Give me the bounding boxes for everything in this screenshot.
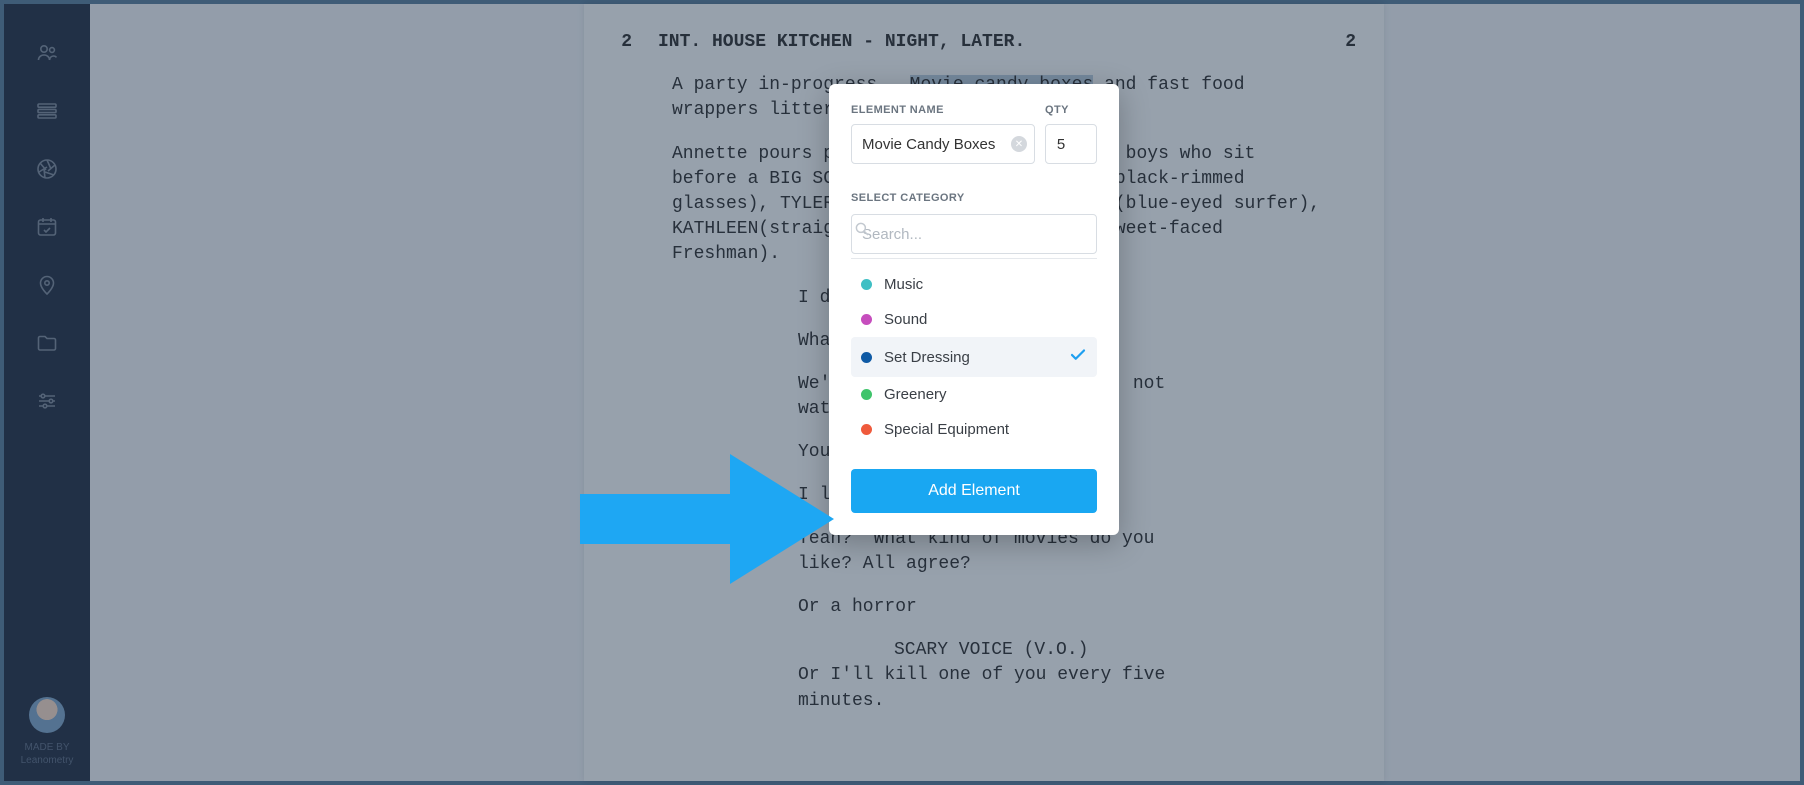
select-category-label: SELECT CATEGORY (851, 192, 1097, 204)
avatar[interactable] (29, 697, 65, 733)
location-icon[interactable] (34, 272, 60, 298)
scene-slugline: INT. HOUSE KITCHEN - NIGHT, LATER. (658, 30, 1025, 55)
category-item[interactable]: Greenery (851, 377, 1097, 412)
element-name-input[interactable] (851, 124, 1035, 164)
qty-input[interactable] (1045, 124, 1097, 164)
add-element-button[interactable]: Add Element (851, 469, 1097, 513)
category-color-dot (861, 279, 872, 290)
search-icon (853, 220, 871, 238)
category-item[interactable]: Music (851, 267, 1097, 302)
category-search-input[interactable] (851, 214, 1097, 254)
scene-number-right: 2 (1345, 30, 1356, 55)
sidebar: MADE BY Leanometry (4, 4, 90, 781)
folder-icon[interactable] (34, 330, 60, 356)
calendar-icon[interactable] (34, 214, 60, 240)
qty-label: QTY (1045, 104, 1097, 116)
dialogue-8: Or I'll kill one of you every five minut… (798, 663, 1168, 713)
check-icon (1069, 346, 1087, 368)
category-item-label: Greenery (884, 386, 947, 403)
scene-number-left: 2 (608, 30, 632, 55)
dialogue-7: Or a horror (798, 595, 1168, 620)
category-item-label: Music (884, 276, 923, 293)
add-element-popup: ELEMENT NAME ✕ QTY SELECT CATEGORY Music… (829, 84, 1119, 535)
category-color-dot (861, 352, 872, 363)
category-item[interactable]: Sound (851, 302, 1097, 337)
category-color-dot (861, 389, 872, 400)
category-color-dot (861, 314, 872, 325)
category-item[interactable]: Set Dressing (851, 337, 1097, 377)
clear-name-icon[interactable]: ✕ (1011, 136, 1027, 152)
category-list: Music Sound Set Dressing Greenery Special Eq… (851, 267, 1097, 447)
shutter-icon[interactable] (34, 156, 60, 182)
made-by-label: MADE BY Leanometry (21, 741, 74, 767)
contacts-icon[interactable] (34, 40, 60, 66)
character-cue: SCARY VOICE (V.O.) (894, 638, 1368, 663)
category-item[interactable]: Special Equipment (851, 412, 1097, 447)
category-item-label: Special Equipment (884, 421, 1009, 438)
settings-icon[interactable] (34, 388, 60, 414)
list-icon[interactable] (34, 98, 60, 124)
category-color-dot (861, 424, 872, 435)
category-item-label: Sound (884, 311, 927, 328)
category-item-label: Set Dressing (884, 349, 970, 366)
element-name-label: ELEMENT NAME (851, 104, 1035, 116)
